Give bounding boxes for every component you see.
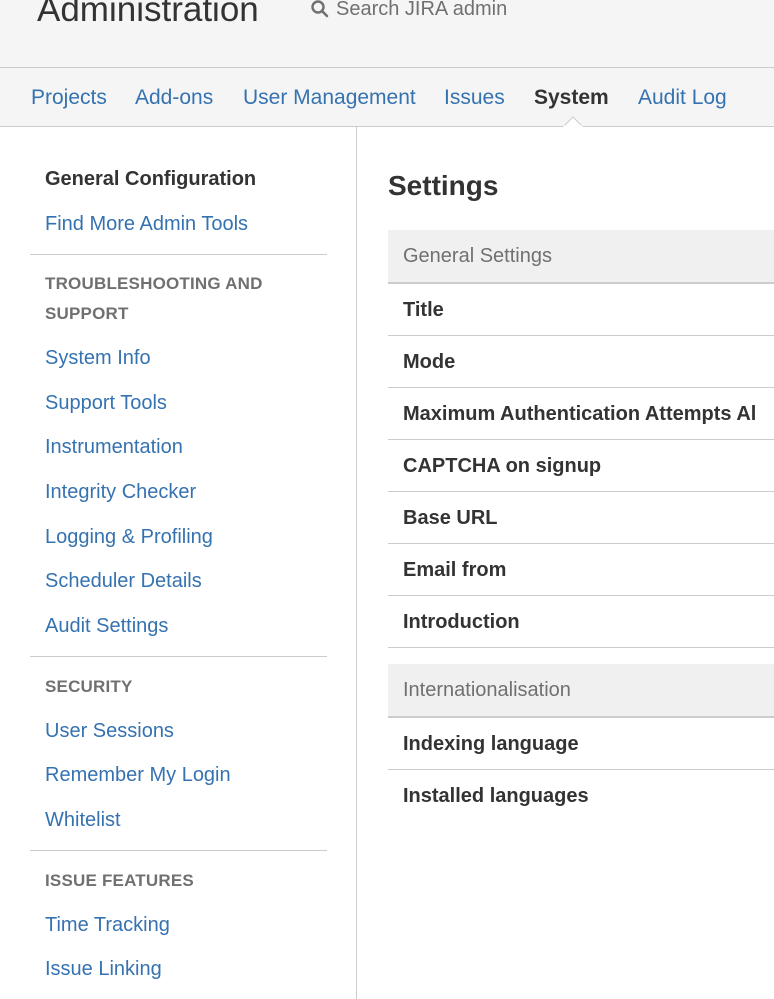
settings-row-captcha: CAPTCHA on signup: [388, 440, 774, 492]
sidebar-item-audit-settings[interactable]: Audit Settings: [45, 613, 168, 639]
tab-issues[interactable]: Issues: [444, 85, 505, 111]
sidebar-item-user-sessions[interactable]: User Sessions: [45, 718, 174, 744]
tab-system[interactable]: System: [534, 85, 609, 111]
sidebar-item-find-more-admin-tools[interactable]: Find More Admin Tools: [45, 211, 248, 237]
sidebar-item-support-tools[interactable]: Support Tools: [45, 390, 167, 416]
page-title: Administration: [37, 0, 259, 29]
settings-row-label: Email from: [403, 559, 507, 581]
settings-row-email-from: Email from: [388, 544, 774, 596]
general-settings-heading: General Settings: [403, 245, 552, 267]
sidebar-divider: [356, 127, 357, 999]
settings-row-label: Mode: [403, 351, 456, 373]
settings-row-label: Introduction: [403, 611, 520, 633]
settings-row-label: Maximum Authentication Attempts Al: [403, 403, 757, 425]
sidebar-item-instrumentation[interactable]: Instrumentation: [45, 434, 183, 460]
settings-row-indexing-language: Indexing language: [388, 718, 774, 770]
settings-row-label: Installed languages: [403, 785, 589, 807]
settings-row-installed-languages: Installed languages: [388, 770, 774, 822]
settings-row-mode: Mode: [388, 336, 774, 388]
sidebar-item-integrity-checker[interactable]: Integrity Checker: [45, 479, 196, 505]
settings-row-label: Indexing language: [403, 733, 579, 755]
settings-title: Settings: [388, 170, 499, 201]
internationalisation-header: Internationalisation: [388, 664, 774, 718]
settings-row-base-url: Base URL: [388, 492, 774, 544]
search-input[interactable]: Search JIRA admin: [336, 0, 507, 21]
sidebar-item-system-info[interactable]: System Info: [45, 345, 151, 371]
internationalisation-heading: Internationalisation: [403, 679, 571, 701]
settings-row-label: CAPTCHA on signup: [403, 455, 602, 477]
settings-row-title: Title: [388, 284, 774, 336]
settings-row-label: Base URL: [403, 507, 498, 529]
settings-row-introduction: Introduction: [388, 596, 774, 648]
search-icon: [311, 0, 329, 18]
sidebar-item-time-tracking[interactable]: Time Tracking: [45, 912, 170, 938]
sidebar-heading-troubleshooting: TROUBLESHOOTING AND SUPPORT: [45, 274, 263, 323]
general-settings-header: General Settings: [388, 230, 774, 284]
admin-search[interactable]: Search JIRA admin: [310, 0, 507, 21]
sidebar-item-whitelist[interactable]: Whitelist: [45, 807, 121, 833]
tab-projects[interactable]: Projects: [31, 85, 107, 111]
tab-audit-log[interactable]: Audit Log: [638, 85, 727, 111]
tab-add-ons[interactable]: Add-ons: [135, 85, 213, 111]
admin-tabs: Projects Add-ons User Management Issues …: [0, 68, 774, 126]
sidebar-item-issue-linking[interactable]: Issue Linking: [45, 956, 162, 982]
sidebar-heading-security: SECURITY: [45, 677, 133, 696]
sidebar-item-logging-profiling[interactable]: Logging & Profiling: [45, 524, 213, 550]
sidebar-divider-line: [30, 254, 327, 255]
sidebar-divider-line: [30, 656, 327, 657]
admin-header: Administration Search JIRA admin: [0, 0, 774, 68]
sidebar-item-scheduler-details[interactable]: Scheduler Details: [45, 568, 202, 594]
settings-row-label: Title: [403, 299, 444, 321]
tab-user-management[interactable]: User Management: [243, 85, 416, 111]
active-tab-caret-icon: [563, 116, 583, 127]
sidebar-divider-line: [30, 850, 327, 851]
sidebar-heading-issue-features: ISSUE FEATURES: [45, 871, 194, 890]
sidebar-item-remember-my-login[interactable]: Remember My Login: [45, 762, 231, 788]
settings-row-max-auth-attempts: Maximum Authentication Attempts Al: [388, 388, 774, 440]
sidebar-item-general-configuration[interactable]: General Configuration: [45, 166, 256, 192]
